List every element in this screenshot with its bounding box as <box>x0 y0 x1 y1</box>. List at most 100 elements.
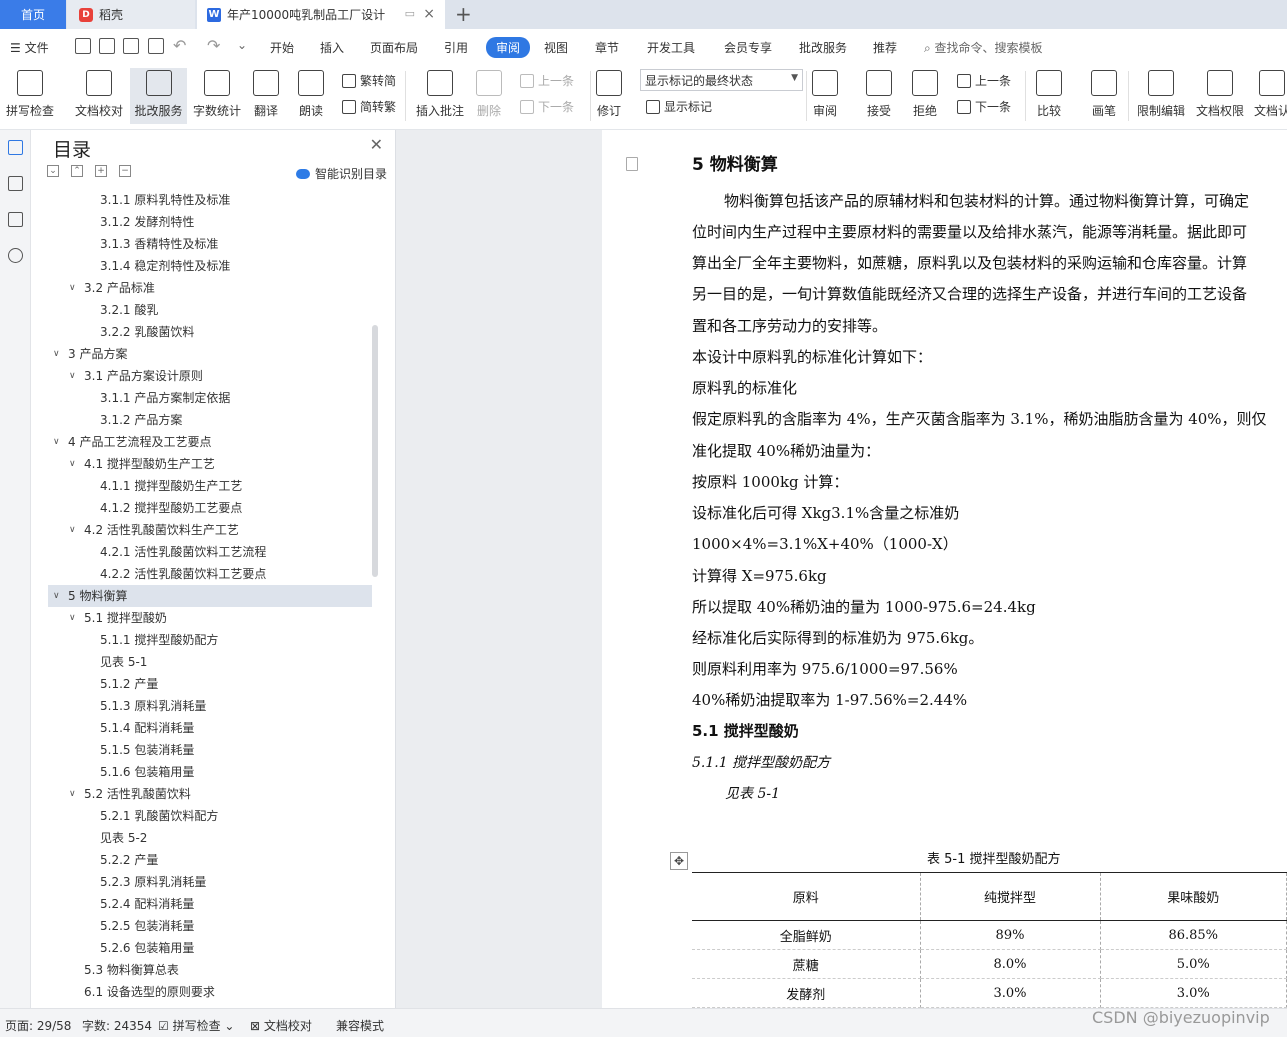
pen-button[interactable]: 画笔 <box>1091 68 1117 124</box>
toc-item[interactable]: 5.2.1 乳酸菌饮料配方 <box>48 805 372 827</box>
document-cert-button[interactable]: 文档认 <box>1254 68 1287 124</box>
toc-item[interactable]: 5.1.3 原料乳消耗量 <box>48 695 372 717</box>
chevron-down-icon[interactable]: ∨ <box>53 343 60 365</box>
toc-item[interactable]: 4.2.2 活性乳酸菌饮料工艺要点 <box>48 563 372 585</box>
menu-item-review[interactable]: 审阅 <box>486 37 531 58</box>
redo-icon[interactable]: ↷ <box>207 36 220 55</box>
menu-item-member[interactable]: 会员专享 <box>724 39 772 56</box>
toc-item[interactable]: ∨ 4.2 活性乳酸菌饮料生产工艺 <box>48 519 372 541</box>
toc-item[interactable]: 5.1.5 包装消耗量 <box>48 739 372 761</box>
delete-comment-button[interactable]: 删除 <box>476 68 502 124</box>
menu-item-view[interactable]: 视图 <box>544 39 568 56</box>
toc-item[interactable]: 3.1.2 发酵剂特性 <box>48 211 372 233</box>
chevron-down-icon[interactable]: ∨ <box>53 431 60 453</box>
correction-service-button[interactable]: 批改服务 <box>130 68 187 124</box>
toc-item[interactable]: 3.1.1 原料乳特性及标准 <box>48 189 372 211</box>
toc-item[interactable]: ∨ 3.2 产品标准 <box>48 277 372 299</box>
toc-item[interactable]: 5.2.3 原料乳消耗量 <box>48 871 372 893</box>
chevron-down-icon[interactable]: ∨ <box>69 519 76 541</box>
menu-item-recommend[interactable]: 推荐 <box>873 39 897 56</box>
toc-item[interactable]: 见表 5-2 <box>48 827 372 849</box>
print-icon[interactable] <box>123 38 139 54</box>
toc-item[interactable]: 3.1.2 产品方案 <box>48 409 372 431</box>
structure-icon[interactable] <box>8 176 23 191</box>
remove-heading-icon[interactable]: − <box>119 165 131 177</box>
toc-item[interactable]: ∨ 5.1 搅拌型酸奶 <box>48 607 372 629</box>
toc-panel-icon[interactable] <box>8 140 23 155</box>
menu-item-references[interactable]: 引用 <box>444 39 468 56</box>
restrict-editing-button[interactable]: 限制编辑 <box>1137 68 1185 124</box>
undo-icon[interactable]: ↶ <box>173 36 186 55</box>
bookmark-icon[interactable] <box>8 212 23 227</box>
pin-icon[interactable]: ▭ <box>405 7 415 20</box>
page-indicator[interactable]: 页面: 29/58 <box>5 1017 71 1034</box>
search-icon[interactable] <box>8 248 23 263</box>
close-icon[interactable]: ✕ <box>370 135 383 154</box>
chevron-down-icon[interactable]: ∨ <box>69 607 76 629</box>
menu-item-developer[interactable]: 开发工具 <box>647 39 695 56</box>
formula-table[interactable]: 原料 纯搅拌型 果味酸奶 全脂鲜奶 89% 86.85% 蔗糖 8.0% 5.0… <box>692 872 1287 1008</box>
tab-document[interactable]: W 年产10000吨乳制品工厂设计 ▭ × <box>197 0 445 29</box>
accept-button[interactable]: 接受 <box>866 68 892 124</box>
translate-button[interactable]: 翻译 <box>253 68 279 124</box>
smart-toc-button[interactable]: 智能识别目录 <box>296 165 387 182</box>
chevron-down-icon[interactable]: ∨ <box>69 277 76 299</box>
toc-item[interactable]: 5.3 物料衡算总表 <box>48 959 372 981</box>
toc-scrollbar[interactable] <box>372 325 378 577</box>
status-proofread[interactable]: ⊠ 文档校对 <box>250 1017 312 1034</box>
expand-icon[interactable]: ⌃ <box>71 165 83 177</box>
toc-item[interactable]: 4.1.1 搅拌型酸奶生产工艺 <box>48 475 372 497</box>
toc-item[interactable]: ∨ 4 产品工艺流程及工艺要点 <box>48 431 372 453</box>
menu-item-start[interactable]: 开始 <box>270 39 294 56</box>
chevron-down-icon[interactable]: ∨ <box>69 365 76 387</box>
menu-item-layout[interactable]: 页面布局 <box>370 39 418 56</box>
reject-button[interactable]: 拒绝 <box>912 68 938 124</box>
show-markup-button[interactable]: 显示标记 <box>646 98 712 115</box>
toc-item[interactable]: ∨ 3.1 产品方案设计原则 <box>48 365 372 387</box>
next-change-button[interactable]: 下一条 <box>957 98 1011 115</box>
tab-daoke[interactable]: D 稻壳 <box>67 0 195 29</box>
chevron-down-icon[interactable]: ∨ <box>69 783 76 805</box>
trad-to-simp-button[interactable]: 繁转简 <box>342 72 396 89</box>
read-aloud-button[interactable]: 朗读 <box>298 68 324 124</box>
more-icon[interactable]: ⌄ <box>237 38 247 52</box>
document-rights-button[interactable]: 文档权限 <box>1196 68 1244 124</box>
close-tab-icon[interactable]: × <box>423 6 435 22</box>
toc-item[interactable]: 3.1.1 产品方案制定依据 <box>48 387 372 409</box>
track-changes-button[interactable]: 修订 <box>596 68 622 124</box>
toc-item[interactable]: 见表 5-1 <box>48 651 372 673</box>
file-menu[interactable]: ☰ 文件 <box>10 39 49 56</box>
insert-comment-button[interactable]: 插入批注 <box>416 68 464 124</box>
status-spell-check[interactable]: ☑ 拼写检查 ⌄ <box>158 1017 234 1034</box>
simp-to-trad-button[interactable]: 简转繁 <box>342 98 396 115</box>
prev-comment-button[interactable]: 上一条 <box>520 72 574 89</box>
export-pdf-icon[interactable] <box>99 38 115 54</box>
prev-change-button[interactable]: 上一条 <box>957 72 1011 89</box>
toc-item[interactable]: ∨ 5 物料衡算 <box>48 585 372 607</box>
save-icon[interactable] <box>75 38 91 54</box>
markup-state-select[interactable]: 显示标记的最终状态 ▼ <box>640 69 803 91</box>
toc-item[interactable]: 3.1.3 香精特性及标准 <box>48 233 372 255</box>
menu-item-correction[interactable]: 批改服务 <box>799 39 847 56</box>
toc-item[interactable]: 4.2.1 活性乳酸菌饮料工艺流程 <box>48 541 372 563</box>
next-comment-button[interactable]: 下一条 <box>520 98 574 115</box>
toc-item[interactable]: 5.1.1 搅拌型酸奶配方 <box>48 629 372 651</box>
document-outline-icon[interactable] <box>626 157 638 171</box>
toc-item[interactable]: 3.1.4 稳定剂特性及标准 <box>48 255 372 277</box>
toc-item[interactable]: 5.2.2 产量 <box>48 849 372 871</box>
toc-item[interactable]: 5.1.2 产量 <box>48 673 372 695</box>
word-count-button[interactable]: 字数统计 <box>193 68 241 124</box>
add-heading-icon[interactable]: + <box>95 165 107 177</box>
word-count-indicator[interactable]: 字数: 24354 <box>82 1017 152 1034</box>
collapse-all-icon[interactable]: ⌄ <box>47 165 59 177</box>
toc-item[interactable]: 3.2.2 乳酸菌饮料 <box>48 321 372 343</box>
review-pane-button[interactable]: 审阅 <box>812 68 838 124</box>
menu-item-chapter[interactable]: 章节 <box>595 39 619 56</box>
new-tab-button[interactable]: + <box>455 2 472 26</box>
toc-item[interactable]: 5.2.5 包装消耗量 <box>48 915 372 937</box>
toc-item[interactable]: ∨ 3 产品方案 <box>48 343 372 365</box>
menu-item-insert[interactable]: 插入 <box>320 39 344 56</box>
toc-item[interactable]: 5.2.4 配料消耗量 <box>48 893 372 915</box>
toc-item[interactable]: 4.1.2 搅拌型酸奶工艺要点 <box>48 497 372 519</box>
tab-home[interactable]: 首页 <box>0 0 66 29</box>
